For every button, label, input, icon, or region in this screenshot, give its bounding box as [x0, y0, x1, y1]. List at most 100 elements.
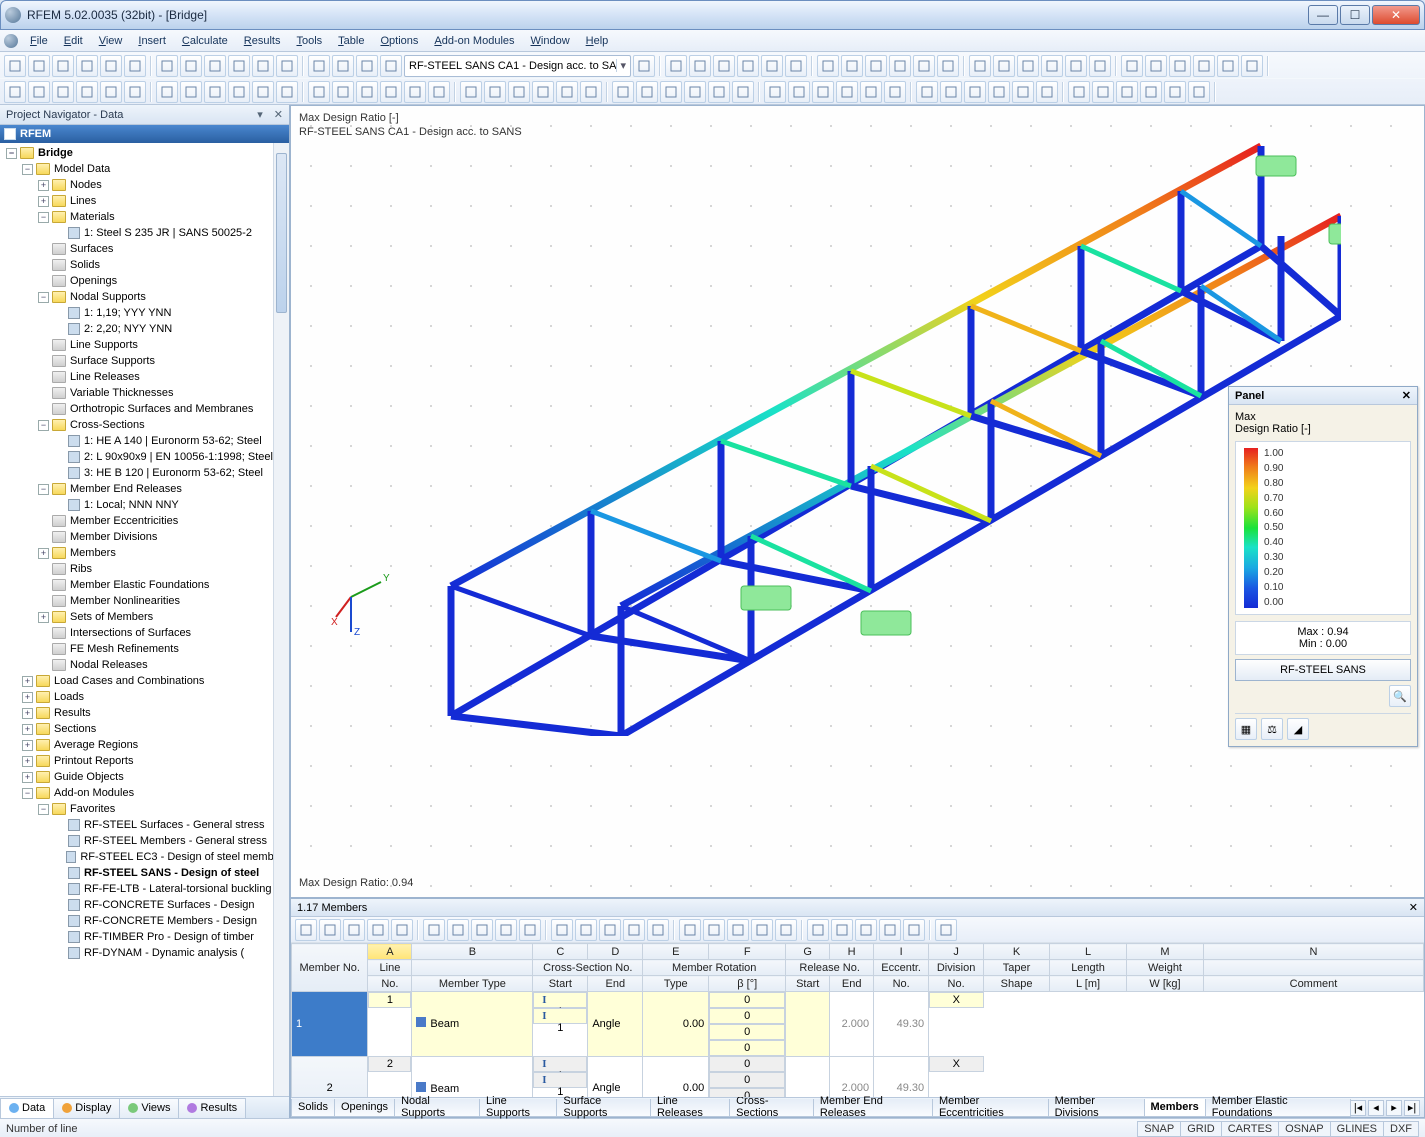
tree-collapse-icon[interactable]: − — [22, 164, 33, 175]
toolbar-button[interactable] — [708, 81, 730, 103]
tree-item[interactable]: Openings — [0, 273, 289, 289]
status-cell-glines[interactable]: GLINES — [1330, 1121, 1384, 1137]
toolbar-button[interactable] — [356, 55, 378, 77]
tree-collapse-icon[interactable]: − — [38, 212, 49, 223]
grid-toolbar-button[interactable] — [367, 919, 389, 941]
toolbar-button[interactable] — [100, 81, 122, 103]
grid-nav-prev[interactable]: ◂ — [1368, 1100, 1384, 1116]
navigator-root[interactable]: RFEM — [0, 125, 289, 143]
grid-toolbar-button[interactable] — [751, 919, 773, 941]
grid-tab-surface-supports[interactable]: Surface Supports — [556, 1099, 651, 1117]
status-cell-grid[interactable]: GRID — [1180, 1121, 1222, 1137]
toolbar-button[interactable] — [612, 81, 634, 103]
tree-item[interactable]: Variable Thicknesses — [0, 385, 289, 401]
toolbar-button[interactable] — [1140, 81, 1162, 103]
grid-nav-last[interactable]: ▸| — [1404, 1100, 1420, 1116]
grid-toolbar-button[interactable] — [831, 919, 853, 941]
grid-toolbar-button[interactable] — [295, 919, 317, 941]
tree-collapse-icon[interactable]: − — [38, 292, 49, 303]
toolbar-button[interactable] — [124, 81, 146, 103]
tree-item[interactable]: Ribs — [0, 561, 289, 577]
tree-scrollbar[interactable] — [273, 143, 289, 1096]
nav-tab-views[interactable]: Views — [119, 1098, 179, 1118]
toolbar-button[interactable] — [4, 55, 26, 77]
menu-file[interactable]: File — [22, 33, 56, 49]
toolbar-button[interactable] — [665, 55, 687, 77]
toolbar-button[interactable] — [964, 81, 986, 103]
tree-item[interactable]: +Sections — [0, 721, 289, 737]
toolbar-button[interactable] — [916, 81, 938, 103]
panel-tb-1[interactable]: ▦ — [1235, 718, 1257, 740]
toolbar-button[interactable] — [580, 81, 602, 103]
module-combo[interactable]: RF-STEEL SANS CA1 - Design acc. to SA▾ — [404, 55, 631, 77]
grid-tab-cross-sections[interactable]: Cross-Sections — [729, 1099, 814, 1117]
menu-edit[interactable]: Edit — [56, 33, 91, 49]
grid-toolbar-button[interactable] — [647, 919, 669, 941]
tree-item[interactable]: 1: Local; NNN NNY — [0, 497, 289, 513]
tree-expand-icon[interactable]: + — [22, 756, 33, 767]
tree-item[interactable]: 1: HE A 140 | Euronorm 53-62; Steel — [0, 433, 289, 449]
maximize-button[interactable]: ☐ — [1340, 5, 1370, 25]
tree-item[interactable]: +Loads — [0, 689, 289, 705]
tree-item[interactable]: RF-STEEL EC3 - Design of steel members — [0, 849, 289, 865]
tree-item[interactable]: +Lines — [0, 193, 289, 209]
menu-calculate[interactable]: Calculate — [174, 33, 236, 49]
panel-tb-3[interactable]: ◢ — [1287, 718, 1309, 740]
toolbar-button[interactable] — [532, 81, 554, 103]
tree-item[interactable]: −Favorites — [0, 801, 289, 817]
grid-toolbar-button[interactable] — [551, 919, 573, 941]
tree-item[interactable]: RF-DYNAM - Dynamic analysis ( — [0, 945, 289, 961]
tree-item[interactable]: RF-FE-LTB - Lateral-torsional buckling — [0, 881, 289, 897]
toolbar-button[interactable] — [993, 55, 1015, 77]
grid-toolbar-button[interactable] — [807, 919, 829, 941]
toolbar-button[interactable] — [889, 55, 911, 77]
grid-toolbar-button[interactable] — [855, 919, 877, 941]
grid-toolbar-button[interactable] — [727, 919, 749, 941]
toolbar-button[interactable] — [1145, 55, 1167, 77]
tree-item[interactable]: RF-STEEL Members - General stress — [0, 833, 289, 849]
grid-toolbar-button[interactable] — [447, 919, 469, 941]
toolbar-button[interactable] — [276, 81, 298, 103]
grid-toolbar-button[interactable] — [679, 919, 701, 941]
toolbar-button[interactable] — [884, 81, 906, 103]
tree-item[interactable]: 3: HE B 120 | Euronorm 53-62; Steel — [0, 465, 289, 481]
toolbar-button[interactable] — [52, 55, 74, 77]
tree-item[interactable]: −Member End Releases — [0, 481, 289, 497]
toolbar-button[interactable] — [1068, 81, 1090, 103]
toolbar-button[interactable] — [308, 55, 330, 77]
grid-toolbar-button[interactable] — [879, 919, 901, 941]
model-view[interactable]: Max Design Ratio [-] RF-STEEL SANS CA1 -… — [290, 105, 1425, 898]
nav-tab-results[interactable]: Results — [178, 1098, 246, 1118]
tree-expand-icon[interactable]: + — [22, 708, 33, 719]
tree-item[interactable]: RF-TIMBER Pro - Design of timber — [0, 929, 289, 945]
tree-item[interactable]: FE Mesh Refinements — [0, 641, 289, 657]
tree-item[interactable]: RF-CONCRETE Members - Design — [0, 913, 289, 929]
toolbar-button[interactable] — [124, 55, 146, 77]
toolbar-button[interactable] — [308, 81, 330, 103]
toolbar-button[interactable] — [484, 81, 506, 103]
tree-item[interactable]: 2: 2,20; NYY YNN — [0, 321, 289, 337]
toolbar-button[interactable] — [380, 55, 402, 77]
toolbar-button[interactable] — [636, 81, 658, 103]
toolbar-button[interactable] — [1193, 55, 1215, 77]
tree-item[interactable]: Intersections of Surfaces — [0, 625, 289, 641]
toolbar-button[interactable] — [332, 81, 354, 103]
menu-window[interactable]: Window — [523, 33, 578, 49]
minimize-button[interactable]: — — [1308, 5, 1338, 25]
toolbar-button[interactable] — [633, 55, 655, 77]
tree-item[interactable]: Surfaces — [0, 241, 289, 257]
grid-close-icon[interactable]: ✕ — [1409, 901, 1418, 914]
toolbar-button[interactable] — [1188, 81, 1210, 103]
toolbar-button[interactable] — [1241, 55, 1263, 77]
toolbar-button[interactable] — [1041, 55, 1063, 77]
grid-toolbar-button[interactable] — [775, 919, 797, 941]
toolbar-button[interactable] — [428, 81, 450, 103]
toolbar-button[interactable] — [988, 81, 1010, 103]
tree-expand-icon[interactable]: + — [22, 724, 33, 735]
panel-module-button[interactable]: RF-STEEL SANS — [1235, 659, 1411, 681]
toolbar-button[interactable] — [865, 55, 887, 77]
tree-item[interactable]: +Load Cases and Combinations — [0, 673, 289, 689]
toolbar-button[interactable] — [1017, 55, 1039, 77]
tree-item[interactable]: −Bridge — [0, 145, 289, 161]
toolbar-button[interactable] — [812, 81, 834, 103]
